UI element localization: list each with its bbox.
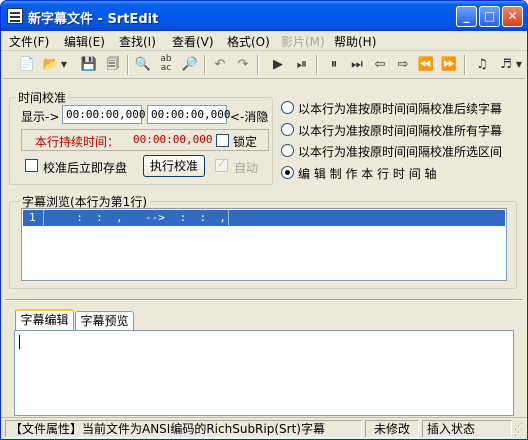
row-end-time: : : , (173, 211, 226, 224)
find-icon[interactable]: 🔍 (133, 55, 153, 75)
radio-calibrate-all-label: 以本行为准按原时间间隔校准所有字幕 (298, 124, 503, 138)
radio-calibrate-selected[interactable] (281, 144, 294, 157)
tab-subtitle-edit[interactable]: 字幕编辑 (15, 309, 74, 330)
toolbar-separator (464, 55, 466, 75)
splitter[interactable] (5, 299, 523, 301)
app-icon (7, 8, 23, 24)
replace-icon[interactable]: ab ac (156, 55, 176, 75)
end-time-input[interactable]: 00:00:00,000 (147, 105, 230, 124)
status-modified: 未修改 (365, 420, 419, 438)
title-bar[interactable]: 新字幕文件 - SrtEdit _ □ ✕ (1, 1, 527, 31)
music-icon[interactable]: ♫ (472, 55, 492, 75)
list-item[interactable]: 1 : : , --> : : , (23, 210, 505, 226)
auto-checkbox[interactable] (215, 157, 228, 172)
status-file-info: 【文件属性】当前文件为ANSI编码的RichSubRip(Srt)字幕 (5, 420, 362, 438)
goto-icon[interactable]: 🔎 (180, 55, 200, 75)
subtitle-list[interactable]: 1 : : , --> : : , (21, 208, 507, 281)
show-label: 显示-> (21, 110, 60, 124)
radio-calibrate-all[interactable] (281, 123, 294, 136)
radio-calibrate-following-label: 以本行为准按原时间间隔校准后续字幕 (298, 102, 503, 116)
save-icon[interactable]: 💾 (79, 55, 99, 75)
toolbar-separator (257, 55, 259, 75)
toolbar-separator (127, 55, 129, 75)
status-insert-mode: 插入状态 (422, 420, 512, 438)
save-after-checkbox[interactable] (25, 159, 38, 172)
row-divider (43, 210, 44, 226)
open-dropdown-icon[interactable]: ▼ (59, 55, 69, 75)
tab-subtitle-preview[interactable]: 字幕预览 (75, 311, 134, 330)
save-after-label: 校准后立即存盘 (43, 161, 128, 175)
new-file-icon[interactable]: 📄 (17, 55, 37, 75)
toolbar-separator (316, 55, 318, 75)
text-caret (19, 335, 20, 349)
menu-file[interactable]: 文件(F) (9, 33, 49, 50)
forward-icon[interactable]: ⇨ (393, 55, 413, 75)
minimize-button[interactable]: _ (456, 6, 477, 27)
subtitle-editor[interactable] (14, 330, 514, 416)
menu-help[interactable]: 帮助(H) (334, 33, 376, 50)
toolbar-separator (204, 55, 206, 75)
menu-bar: 文件(F) 编辑(E) 查找(I) 查看(V) 格式(O) 影片(M) 帮助(H… (1, 31, 527, 51)
maximize-button[interactable]: □ (479, 6, 500, 27)
row-divider (228, 210, 229, 226)
status-bar: 【文件属性】当前文件为ANSI编码的RichSubRip(Srt)字幕 未修改 … (1, 417, 527, 439)
toolbar: 📄 📂 ▼ 💾 🗐 🔍 ab ac 🔎 ↶ ↷ ▶ ⏯ ⏸ ⏭ ⇦ ⇨ ⏪ ⏩ ♫… (3, 52, 525, 79)
time-calibration-legend: 时间校准 (18, 91, 67, 105)
duration-value: 00:00:00,000 (133, 133, 213, 146)
undo-icon[interactable]: ↶ (210, 55, 230, 75)
lock-label: 锁定 (233, 135, 258, 149)
lock-checkbox[interactable] (216, 134, 229, 147)
menu-find[interactable]: 查找(I) (119, 33, 156, 50)
app-window: 新字幕文件 - SrtEdit _ □ ✕ 文件(F) 编辑(E) 查找(I) … (0, 0, 528, 440)
play-icon[interactable]: ▶ (268, 55, 288, 75)
menu-format[interactable]: 格式(O) (227, 33, 270, 50)
execute-calibration-button[interactable]: 执行校准 (143, 155, 205, 177)
close-button[interactable]: ✕ (502, 6, 523, 27)
step-end-icon[interactable]: ⏭ (347, 55, 367, 75)
pause-icon[interactable]: ⏸ (324, 55, 344, 75)
toolbar-more-icon[interactable]: ▼ (514, 55, 524, 75)
duration-label: 本行持续时间： (35, 135, 120, 149)
row-number: 1 (29, 211, 36, 224)
radio-edit-timeline-label: 编 辑 制 作 本 行 时 间 轴 (298, 167, 437, 181)
resize-grip-icon[interactable]: ⋰ ⋰ (514, 423, 525, 438)
redo-icon[interactable]: ↷ (233, 55, 253, 75)
fast-forward-icon[interactable]: ⏩ (439, 55, 459, 75)
menu-edit[interactable]: 编辑(E) (64, 33, 105, 50)
radio-calibrate-selected-label: 以本行为准按原时间间隔校准所选区间 (298, 145, 503, 159)
start-time-input[interactable]: 00:00:00,000 (62, 105, 145, 124)
back-icon[interactable]: ⇦ (370, 55, 390, 75)
radio-edit-timeline[interactable] (281, 166, 294, 179)
menu-movie[interactable]: 影片(M) (281, 33, 325, 50)
row-start-time: : : , (63, 211, 123, 224)
save-as-icon[interactable]: 🗐 (103, 55, 123, 75)
window-title: 新字幕文件 - SrtEdit (28, 12, 159, 27)
music-alt-icon[interactable]: ♬ (496, 55, 516, 75)
row-arrow: --> (145, 211, 165, 224)
menu-view[interactable]: 查看(V) (172, 33, 214, 50)
auto-label: 自动 (234, 161, 259, 175)
open-folder-icon[interactable]: 📂 (41, 55, 61, 75)
cancel-hide-label[interactable]: <-消隐 (230, 108, 268, 125)
radio-calibrate-following[interactable] (281, 101, 294, 114)
rewind-icon[interactable]: ⏪ (416, 55, 436, 75)
play-range-icon[interactable]: ⏯ (292, 55, 312, 75)
